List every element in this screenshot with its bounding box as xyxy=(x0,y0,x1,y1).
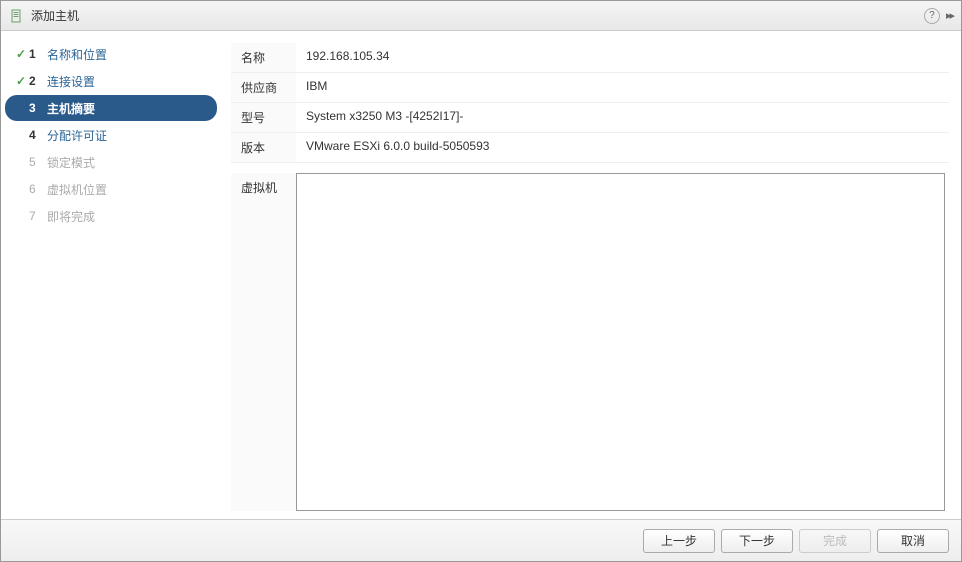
titlebar-actions: ? ▸▸ xyxy=(924,8,953,24)
model-value: System x3250 M3 -[4252I17]- xyxy=(296,103,949,133)
step-label: 锁定模式 xyxy=(47,154,95,171)
name-value: 192.168.105.34 xyxy=(296,43,949,73)
step-ready-complete: ✓ 7 即将完成 xyxy=(5,203,217,229)
vm-section: 虚拟机 xyxy=(231,173,949,511)
vm-listbox[interactable] xyxy=(296,173,945,511)
step-vm-location: ✓ 6 虚拟机位置 xyxy=(5,176,217,202)
host-summary-table: 名称 192.168.105.34 供应商 IBM 型号 System x325… xyxy=(231,43,949,163)
version-label: 版本 xyxy=(231,133,296,163)
step-number: 3 xyxy=(29,101,47,115)
vendor-label: 供应商 xyxy=(231,73,296,103)
add-host-dialog: 添加主机 ? ▸▸ ✓ 1 名称和位置 ✓ 2 连接设置 ✓ 3 主机摘要 xyxy=(0,0,962,562)
wizard-sidebar: ✓ 1 名称和位置 ✓ 2 连接设置 ✓ 3 主机摘要 ✓ 4 分配许可证 ✓ xyxy=(1,31,221,519)
check-icon: ✓ xyxy=(13,47,29,61)
table-row: 名称 192.168.105.34 xyxy=(231,43,949,73)
dialog-body: ✓ 1 名称和位置 ✓ 2 连接设置 ✓ 3 主机摘要 ✓ 4 分配许可证 ✓ xyxy=(1,31,961,519)
step-number: 4 xyxy=(29,128,47,142)
step-number: 6 xyxy=(29,182,47,196)
titlebar: 添加主机 ? ▸▸ xyxy=(1,1,961,31)
step-label: 分配许可证 xyxy=(47,127,107,144)
step-assign-license[interactable]: ✓ 4 分配许可证 xyxy=(5,122,217,148)
cancel-button[interactable]: 取消 xyxy=(877,529,949,553)
step-connection-settings[interactable]: ✓ 2 连接设置 xyxy=(5,68,217,94)
model-label: 型号 xyxy=(231,103,296,133)
host-icon xyxy=(9,8,25,24)
step-number: 7 xyxy=(29,209,47,223)
check-icon: ✓ xyxy=(13,74,29,88)
dialog-footer: 上一步 下一步 完成 取消 xyxy=(1,519,961,561)
step-lockdown-mode: ✓ 5 锁定模式 xyxy=(5,149,217,175)
next-button[interactable]: 下一步 xyxy=(721,529,793,553)
step-number: 5 xyxy=(29,155,47,169)
step-label: 虚拟机位置 xyxy=(47,181,107,198)
vm-label: 虚拟机 xyxy=(231,173,296,511)
step-host-summary: ✓ 3 主机摘要 xyxy=(5,95,217,121)
dialog-title: 添加主机 xyxy=(31,7,924,24)
name-label: 名称 xyxy=(231,43,296,73)
back-button[interactable]: 上一步 xyxy=(643,529,715,553)
table-row: 版本 VMware ESXi 6.0.0 build-5050593 xyxy=(231,133,949,163)
step-label: 连接设置 xyxy=(47,73,95,90)
version-value: VMware ESXi 6.0.0 build-5050593 xyxy=(296,133,949,163)
finish-button: 完成 xyxy=(799,529,871,553)
step-label: 名称和位置 xyxy=(47,46,107,63)
content-panel: 名称 192.168.105.34 供应商 IBM 型号 System x325… xyxy=(221,31,961,519)
expand-icon[interactable]: ▸▸ xyxy=(946,9,953,22)
step-label: 主机摘要 xyxy=(47,100,95,117)
step-name-location[interactable]: ✓ 1 名称和位置 xyxy=(5,41,217,67)
help-icon[interactable]: ? xyxy=(924,8,940,24)
vendor-value: IBM xyxy=(296,73,949,103)
table-row: 供应商 IBM xyxy=(231,73,949,103)
step-label: 即将完成 xyxy=(47,208,95,225)
step-number: 1 xyxy=(29,47,47,61)
step-number: 2 xyxy=(29,74,47,88)
table-row: 型号 System x3250 M3 -[4252I17]- xyxy=(231,103,949,133)
